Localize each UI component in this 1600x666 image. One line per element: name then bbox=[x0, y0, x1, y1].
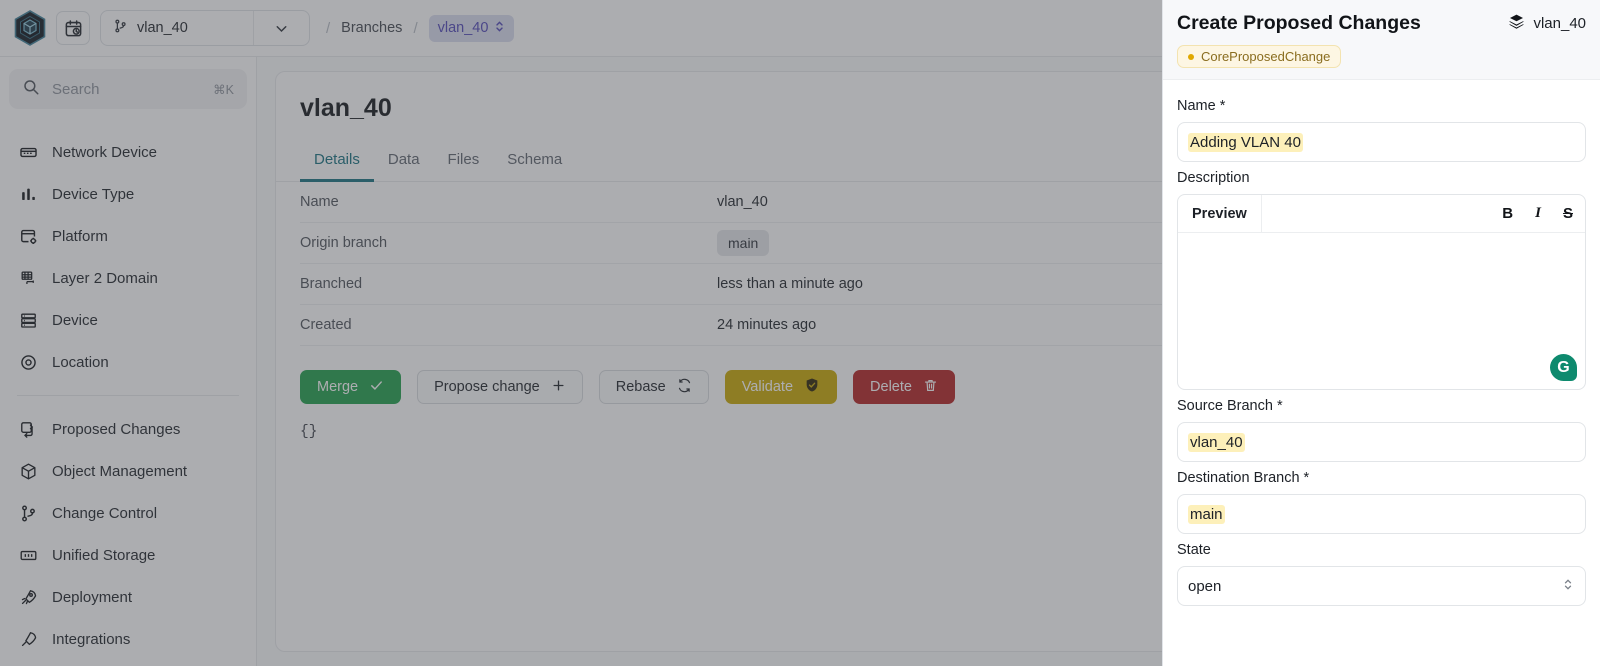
drawer-header-row: Create Proposed Changes vlan_40 bbox=[1177, 12, 1586, 35]
name-field[interactable]: Adding VLAN 40 bbox=[1177, 122, 1586, 162]
drawer-branch-indicator: vlan_40 bbox=[1508, 13, 1586, 34]
state-select[interactable]: open bbox=[1177, 566, 1586, 606]
description-field-label: Description bbox=[1177, 170, 1250, 186]
strikethrough-button[interactable]: S bbox=[1563, 205, 1573, 222]
state-value: open bbox=[1188, 577, 1222, 595]
state-label: State bbox=[1177, 542, 1211, 558]
create-proposed-changes-drawer: Create Proposed Changes vlan_40 CoreProp… bbox=[1162, 0, 1600, 666]
status-badge-label: CoreProposedChange bbox=[1201, 49, 1331, 64]
source-branch-label: Source Branch * bbox=[1177, 398, 1283, 414]
status-badge: CoreProposedChange bbox=[1177, 45, 1342, 68]
tab-preview[interactable]: Preview bbox=[1178, 195, 1262, 232]
drawer-title: Create Proposed Changes bbox=[1177, 12, 1421, 34]
description-editor[interactable]: Preview B I S G bbox=[1177, 194, 1586, 390]
source-branch-field[interactable]: vlan_40 bbox=[1177, 422, 1586, 462]
modal-backdrop[interactable] bbox=[0, 0, 1162, 666]
drawer-header: Create Proposed Changes vlan_40 CoreProp… bbox=[1163, 0, 1600, 80]
italic-button[interactable]: I bbox=[1535, 205, 1541, 222]
chevron-up-down-icon[interactable] bbox=[1563, 577, 1573, 595]
name-field-value: Adding VLAN 40 bbox=[1188, 132, 1303, 152]
drawer-branch-label: vlan_40 bbox=[1533, 15, 1586, 32]
destination-branch-field[interactable]: main bbox=[1177, 494, 1586, 534]
name-field-label: Name * bbox=[1177, 98, 1226, 114]
badge-dot-icon bbox=[1188, 53, 1194, 60]
drawer-body: Name * Adding VLAN 40 Description Previe… bbox=[1163, 80, 1600, 606]
source-branch-value: vlan_40 bbox=[1188, 432, 1245, 452]
layers-icon bbox=[1508, 13, 1525, 34]
grammarly-glyph: G bbox=[1557, 358, 1570, 376]
bold-button[interactable]: B bbox=[1502, 205, 1513, 222]
destination-branch-value: main bbox=[1188, 504, 1225, 524]
destination-branch-label: Destination Branch * bbox=[1177, 470, 1310, 486]
grammarly-icon[interactable]: G bbox=[1550, 354, 1577, 381]
description-editor-toolbar: Preview B I S bbox=[1178, 195, 1585, 233]
description-textarea[interactable] bbox=[1178, 233, 1585, 389]
format-button-group: B I S bbox=[1502, 205, 1573, 222]
